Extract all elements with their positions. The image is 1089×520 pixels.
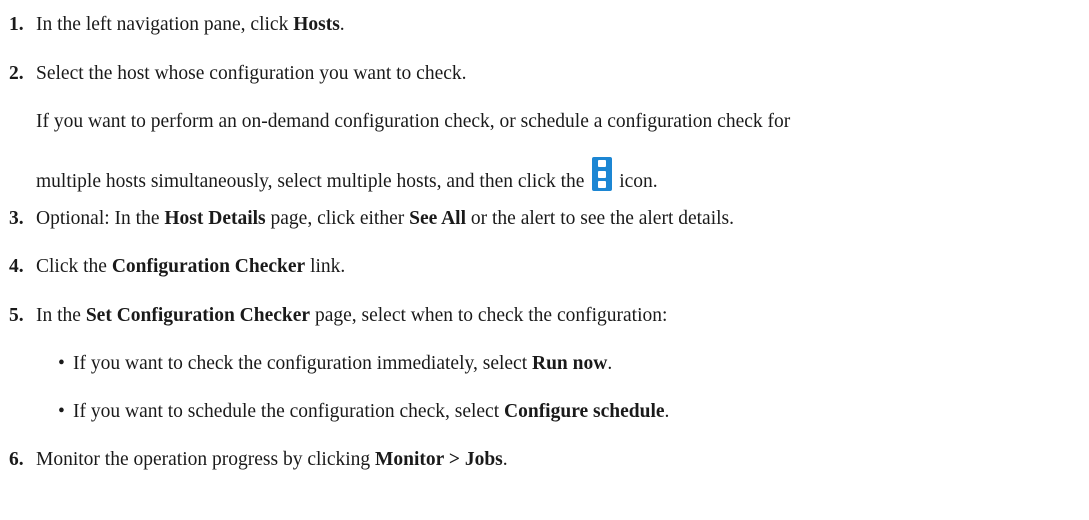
ui-term-hosts: Hosts: [293, 14, 340, 35]
text-run: If you want to check the configuration i…: [73, 353, 532, 374]
ui-term-configuration-checker: Configuration Checker: [111, 256, 306, 277]
text-run: In the left navigation pane, click: [36, 14, 294, 35]
text-run: page, select when to check the configura…: [310, 305, 668, 326]
text-run: or the alert to see the alert details.: [466, 208, 735, 229]
step-text: Monitor the operation progress by clicki…: [36, 448, 508, 472]
step-number: 4.: [9, 256, 24, 277]
step-number: 6.: [9, 449, 24, 470]
step-text: In the Set Configuration Checker page, s…: [36, 304, 667, 328]
text-run: .: [664, 401, 670, 422]
ui-term-set-configuration-checker: Set Configuration Checker: [85, 305, 311, 326]
step-text: Optional: In the Host Details page, clic…: [36, 207, 734, 231]
text-run: If you want to schedule the configuratio…: [73, 401, 505, 422]
text-run: Monitor the operation progress by clicki…: [36, 449, 376, 470]
text-run: .: [502, 449, 508, 470]
text-run: Optional: In the: [36, 208, 165, 229]
text-run: icon.: [614, 171, 658, 192]
text-run: .: [607, 353, 613, 374]
info-text: multiple hosts simultaneously, select mu…: [36, 157, 658, 194]
bullet-text: If you want to check the configuration i…: [73, 352, 612, 376]
text-run: page, click either: [265, 208, 410, 229]
text-run: link.: [305, 256, 346, 277]
text-run: In the: [36, 305, 86, 326]
step-text: In the left navigation pane, click Hosts…: [36, 13, 345, 37]
ui-term-host-details: Host Details: [164, 208, 266, 229]
bullet-marker: •: [58, 401, 65, 422]
text-run: multiple hosts simultaneously, select mu…: [36, 171, 590, 192]
kebab-menu-icon: [592, 157, 613, 191]
info-text: If you want to perform an on-demand conf…: [36, 111, 791, 132]
bullet-marker: •: [58, 353, 65, 374]
ui-term-see-all: See All: [409, 208, 466, 229]
step-number: 3.: [9, 208, 24, 229]
step-number: 1.: [9, 14, 24, 35]
bullet-text: If you want to schedule the configuratio…: [73, 400, 669, 424]
step-text: Select the host whose configuration you …: [36, 63, 467, 84]
ui-term-run-now: Run now: [532, 353, 608, 374]
step-number: 5.: [9, 305, 24, 326]
ui-term-monitor-jobs: Monitor > Jobs: [375, 449, 503, 470]
step-number: 2.: [9, 63, 24, 84]
text-run: .: [339, 14, 345, 35]
step-text: Click the Configuration Checker link.: [36, 255, 345, 279]
ui-term-configure-schedule: Configure schedule: [504, 401, 665, 422]
text-run: Click the: [36, 256, 112, 277]
